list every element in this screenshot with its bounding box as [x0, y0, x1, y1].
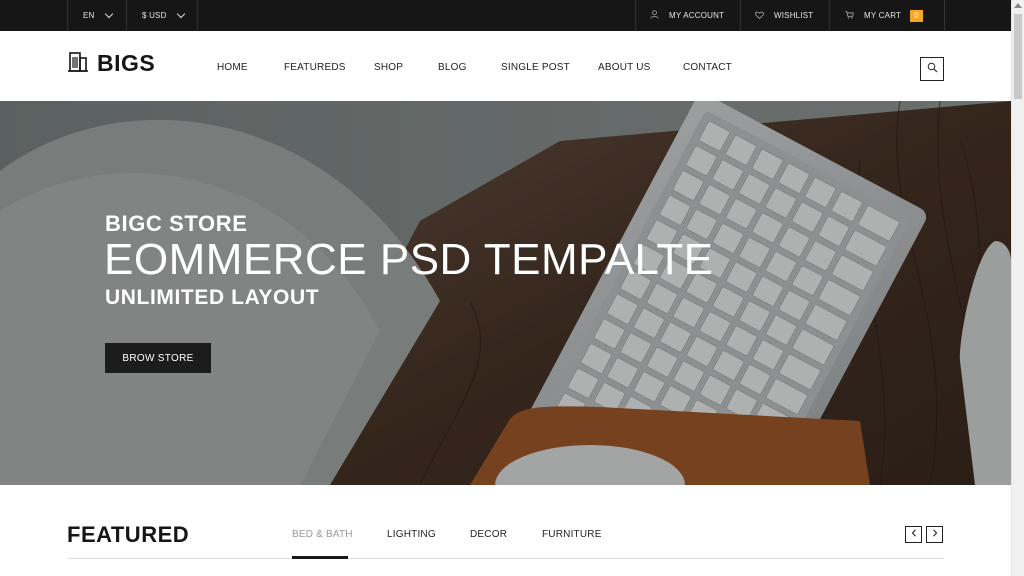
nav-blog[interactable]: BLOG [438, 62, 467, 73]
divider [67, 0, 68, 31]
featured-heading: FEATURED [67, 522, 190, 547]
hero-title: EOMMERCE PSD TEMPALTE [104, 235, 714, 284]
logo[interactable]: BIGS [67, 50, 155, 77]
building-icon [67, 50, 89, 77]
logo-text: BIGS [97, 50, 156, 76]
chevron-down-icon [104, 9, 113, 18]
tab-furniture[interactable]: FURNITURE [542, 529, 602, 540]
divider [126, 0, 127, 31]
active-tab-indicator [292, 556, 348, 559]
heart-icon [755, 11, 764, 21]
wishlist-link[interactable]: WISHLIST [755, 0, 813, 31]
nav-featureds[interactable]: FEATUREDS [284, 62, 346, 73]
cart-count-badge: 0 [910, 9, 924, 22]
tab-divider [67, 558, 944, 559]
nav-about-us[interactable]: ABOUT US [598, 62, 651, 73]
browse-store-button[interactable]: BROW STORE [105, 343, 211, 373]
scrollbar-thumb[interactable] [1014, 14, 1022, 99]
tab-lighting[interactable]: LIGHTING [387, 529, 436, 540]
hero-subtitle: BIGC STORE [105, 211, 248, 236]
divider [740, 0, 741, 31]
prev-button[interactable] [905, 526, 922, 543]
cart-icon [845, 10, 854, 21]
my-account-link[interactable]: MY ACCOUNT [650, 0, 724, 31]
search-button[interactable] [920, 57, 944, 81]
currency-label: $ USD [142, 11, 167, 20]
divider [197, 0, 198, 31]
next-button[interactable] [926, 526, 943, 543]
my-cart-link[interactable]: MY CART 0 [845, 0, 924, 31]
top-bar: EN $ USD MY ACCOUNT WISHLIST MY CART 0 [0, 0, 1011, 31]
language-label: EN [83, 11, 95, 20]
page-scrollbar[interactable] [1011, 0, 1024, 576]
nav-home[interactable]: HOME [217, 62, 248, 73]
divider [635, 0, 636, 31]
tab-decor[interactable]: DECOR [470, 529, 507, 540]
my-cart-label: MY CART [864, 11, 902, 20]
currency-selector[interactable]: $ USD [142, 0, 185, 31]
chevron-down-icon [176, 9, 185, 18]
wishlist-label: WISHLIST [774, 11, 814, 20]
nav-shop[interactable]: SHOP [374, 62, 403, 73]
nav-single-post[interactable]: SINGLE POST [501, 62, 570, 73]
language-selector[interactable]: EN [83, 0, 113, 31]
nav-contact[interactable]: CONTACT [683, 62, 732, 73]
divider [944, 0, 945, 31]
hero-tagline: UNLIMITED LAYOUT [105, 286, 320, 309]
chevron-right-icon [932, 529, 938, 540]
scroll-up-arrow[interactable] [1014, 3, 1022, 8]
divider [829, 0, 830, 31]
header: BIGS HOME FEATUREDS SHOP BLOG SINGLE POS… [0, 31, 1011, 101]
my-account-label: MY ACCOUNT [669, 11, 725, 20]
tab-bed-and-bath[interactable]: BED & BATH [292, 529, 353, 540]
hero-banner: BIGC STORE EOMMERCE PSD TEMPALTE UNLIMIT… [0, 101, 1011, 485]
search-icon [927, 60, 938, 78]
user-icon [650, 10, 659, 21]
chevron-left-icon [911, 529, 917, 540]
